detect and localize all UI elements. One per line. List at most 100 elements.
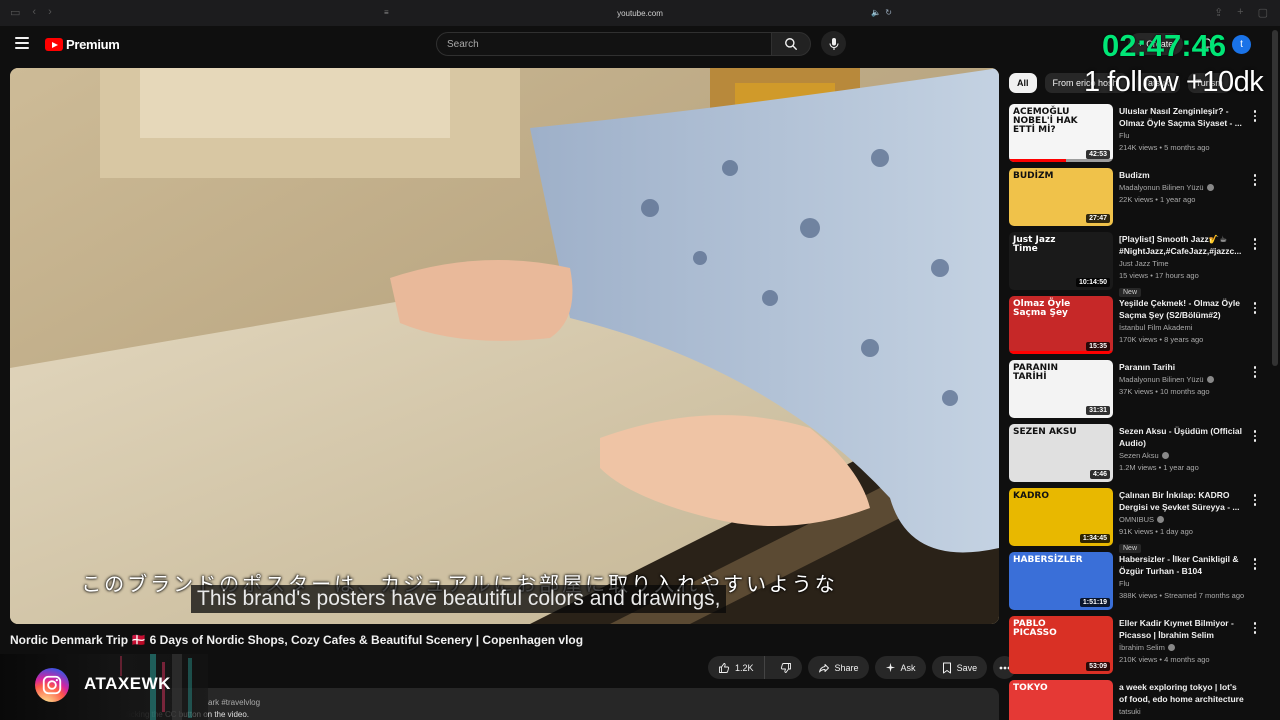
stream-follow-goal: 1 follow +10dk bbox=[1084, 66, 1264, 98]
hamburger-menu-icon[interactable] bbox=[15, 37, 29, 49]
related-video-item[interactable]: ACEMOĞLU NOBEL'İ HAK ETTİ Mİ? 42:53 Ulusla… bbox=[1009, 104, 1265, 162]
related-video-item[interactable]: PABLO PICASSO 53:09 Eller Kadir Kıymet Bil… bbox=[1009, 616, 1265, 674]
related-video-title[interactable]: Sezen Aksu - Üşüdüm (Official Audio) bbox=[1119, 425, 1247, 449]
video-thumbnail[interactable]: ACEMOĞLU NOBEL'İ HAK ETTİ Mİ? 42:53 bbox=[1009, 104, 1113, 162]
audio-icon[interactable]: 🔈 bbox=[871, 8, 881, 17]
account-avatar[interactable]: t bbox=[1232, 35, 1251, 54]
more-options-icon[interactable] bbox=[1253, 110, 1257, 122]
like-button[interactable]: 1.2K bbox=[708, 656, 765, 679]
video-thumbnail[interactable]: Olmaz Öyle Saçma Şey 15:35 bbox=[1009, 296, 1113, 354]
search-box bbox=[436, 32, 772, 56]
video-thumbnail[interactable]: HABERSİZLER 1:51:19 bbox=[1009, 552, 1113, 610]
related-video-title[interactable]: Yeşilde Çekmek! - Olmaz Öyle Saçma Şey (… bbox=[1119, 297, 1247, 321]
channel-name[interactable]: İstanbul Film Akademi bbox=[1119, 323, 1247, 333]
more-options-icon[interactable] bbox=[1253, 430, 1257, 442]
video-thumbnail[interactable]: PABLO PICASSO 53:09 bbox=[1009, 616, 1113, 674]
channel-name-text: Madalyonun Bilinen Yüzü bbox=[1119, 375, 1204, 384]
related-video-title[interactable]: Eller Kadir Kıymet Bilmiyor - Picasso | … bbox=[1119, 617, 1247, 641]
related-video-title[interactable]: Budizm bbox=[1119, 169, 1247, 181]
channel-name[interactable]: Just Jazz Time bbox=[1119, 259, 1247, 269]
related-video-title[interactable]: a week exploring tokyo | lot's of food, … bbox=[1119, 681, 1247, 705]
tab-overview-icon[interactable]: ▢ bbox=[1258, 6, 1268, 19]
related-video-item[interactable]: PARANIN TARİHİ 31:31 Paranın Tarihi Madalyo… bbox=[1009, 360, 1265, 418]
chip-all[interactable]: All bbox=[1009, 73, 1037, 93]
related-video-item[interactable]: HABERSİZLER 1:51:19 Habersizler - İlker Ca… bbox=[1009, 552, 1265, 610]
channel-name[interactable]: tatsuki bbox=[1119, 707, 1247, 717]
related-video-item[interactable]: TOKYO a week exploring tokyo | lot's of f… bbox=[1009, 680, 1265, 720]
video-actions: 1.2K Share Ask Save bbox=[708, 656, 1017, 680]
more-options-icon[interactable] bbox=[1253, 302, 1257, 314]
channel-name[interactable]: Flu bbox=[1119, 131, 1247, 141]
more-options-icon[interactable] bbox=[1253, 494, 1257, 506]
related-video-item[interactable]: KADRO 1:34:45 Çalınan Bir İnkılap: KADRO D… bbox=[1009, 488, 1265, 553]
channel-name[interactable]: Sezen Aksu bbox=[1119, 451, 1247, 461]
related-video-title[interactable]: [Playlist] Smooth Jazz🎷☕ #NightJazz,#Caf… bbox=[1119, 233, 1247, 257]
channel-name[interactable]: Madalyonun Bilinen Yüzü bbox=[1119, 183, 1247, 193]
video-thumbnail[interactable]: KADRO 1:34:45 bbox=[1009, 488, 1113, 546]
duration-badge: 4:46 bbox=[1089, 470, 1110, 479]
channel-name[interactable]: Madalyonun Bilinen Yüzü bbox=[1119, 375, 1247, 385]
share-label: Share bbox=[834, 662, 859, 673]
video-stats: 91K views • 1 day ago bbox=[1119, 527, 1193, 536]
video-meta: [Playlist] Smooth Jazz🎷☕ #NightJazz,#Caf… bbox=[1119, 233, 1247, 299]
forward-icon[interactable]: › bbox=[48, 6, 52, 19]
avatar-letter: t bbox=[1240, 39, 1243, 50]
youtube-logo[interactable]: Premium bbox=[45, 37, 120, 52]
video-stats: 388K views • Streamed 7 months ago bbox=[1119, 591, 1245, 600]
related-video-item[interactable]: Just Jazz Time 10:14:50 [Playlist] Smooth … bbox=[1009, 232, 1265, 297]
caption-english: This brand's posters have beautiful colo… bbox=[197, 587, 721, 610]
sparkle-icon bbox=[885, 662, 895, 673]
dislike-button[interactable] bbox=[770, 656, 802, 679]
channel-name[interactable]: Flu bbox=[1119, 579, 1247, 589]
like-dislike-group: 1.2K bbox=[708, 656, 802, 679]
share-button[interactable]: Share bbox=[807, 656, 869, 679]
page-scrollbar[interactable] bbox=[1272, 30, 1278, 366]
related-video-item[interactable]: Olmaz Öyle Saçma Şey 15:35 Yeşilde Çekmek!… bbox=[1009, 296, 1265, 354]
new-tab-icon[interactable]: + bbox=[1237, 6, 1243, 19]
search-input[interactable] bbox=[437, 33, 771, 55]
video-thumbnail[interactable]: PARANIN TARİHİ 31:31 bbox=[1009, 360, 1113, 418]
more-options-icon[interactable] bbox=[1253, 238, 1257, 250]
video-thumbnail[interactable]: TOKYO bbox=[1009, 680, 1113, 720]
voice-search-button[interactable] bbox=[821, 31, 846, 56]
more-options-icon[interactable] bbox=[1253, 366, 1257, 378]
channel-name-text: İbrahim Selim bbox=[1119, 643, 1165, 652]
bookmark-icon bbox=[942, 662, 951, 673]
related-video-title[interactable]: Çalınan Bir İnkılap: KADRO Dergisi ve Şe… bbox=[1119, 489, 1247, 513]
video-thumbnail[interactable]: BUDİZM 27:47 bbox=[1009, 168, 1113, 226]
video-thumbnail[interactable]: Just Jazz Time 10:14:50 bbox=[1009, 232, 1113, 290]
video-thumbnail[interactable]: SEZEN AKSU 4:46 bbox=[1009, 424, 1113, 482]
address-bar[interactable]: ≡ youtube.com 🔈 ↻ bbox=[380, 5, 900, 21]
related-video-title[interactable]: Uluslar Nasıl Zenginleşir? - Olmaz Öyle … bbox=[1119, 105, 1247, 129]
share-browser-icon[interactable]: ⇪ bbox=[1214, 6, 1223, 19]
related-video-item[interactable]: BUDİZM 27:47 Budizm Madalyonun Bilinen Yüzü… bbox=[1009, 168, 1265, 226]
channel-name[interactable]: OMNIBUS bbox=[1119, 515, 1247, 525]
more-options-icon[interactable] bbox=[1253, 622, 1257, 634]
thumbnail-text: Just Jazz Time bbox=[1013, 235, 1056, 254]
related-video-title[interactable]: Habersizler - İlker Canikligil & Özgür T… bbox=[1119, 553, 1247, 577]
ask-button[interactable]: Ask bbox=[874, 656, 926, 679]
channel-name-text: Flu bbox=[1119, 579, 1130, 588]
sidebar-toggle-icon[interactable]: ▭ bbox=[10, 6, 20, 19]
related-video-item[interactable]: SEZEN AKSU 4:46 Sezen Aksu - Üşüdüm (Offic… bbox=[1009, 424, 1265, 482]
duration-badge: 42:53 bbox=[1086, 150, 1110, 159]
reload-icon[interactable]: ↻ bbox=[885, 8, 892, 17]
back-icon[interactable]: ‹ bbox=[32, 6, 36, 19]
thumbs-up-icon bbox=[719, 662, 730, 673]
instagram-icon bbox=[35, 668, 69, 702]
save-button[interactable]: Save bbox=[931, 656, 988, 679]
duration-badge: 15:35 bbox=[1086, 342, 1110, 351]
video-meta: a week exploring tokyo | lot's of food, … bbox=[1119, 681, 1247, 717]
more-options-icon[interactable] bbox=[1253, 174, 1257, 186]
more-options-icon[interactable] bbox=[1253, 558, 1257, 570]
watch-progress-bar bbox=[1009, 159, 1067, 162]
channel-name[interactable]: İbrahim Selim bbox=[1119, 643, 1247, 653]
page-info-icon[interactable]: ≡ bbox=[384, 8, 389, 17]
address-bar-icons: 🔈 ↻ bbox=[871, 8, 892, 17]
stream-timer: 02:47:46 bbox=[1102, 28, 1227, 63]
channel-name-text: İstanbul Film Akademi bbox=[1119, 323, 1193, 332]
related-video-title[interactable]: Paranın Tarihi bbox=[1119, 361, 1247, 373]
browser-nav: ▭ ‹ › bbox=[10, 6, 52, 19]
video-player[interactable]: このブランドのポスターは、カジュアルにお部屋に取り入れやすいような This b… bbox=[10, 68, 999, 624]
search-button[interactable] bbox=[771, 32, 811, 56]
